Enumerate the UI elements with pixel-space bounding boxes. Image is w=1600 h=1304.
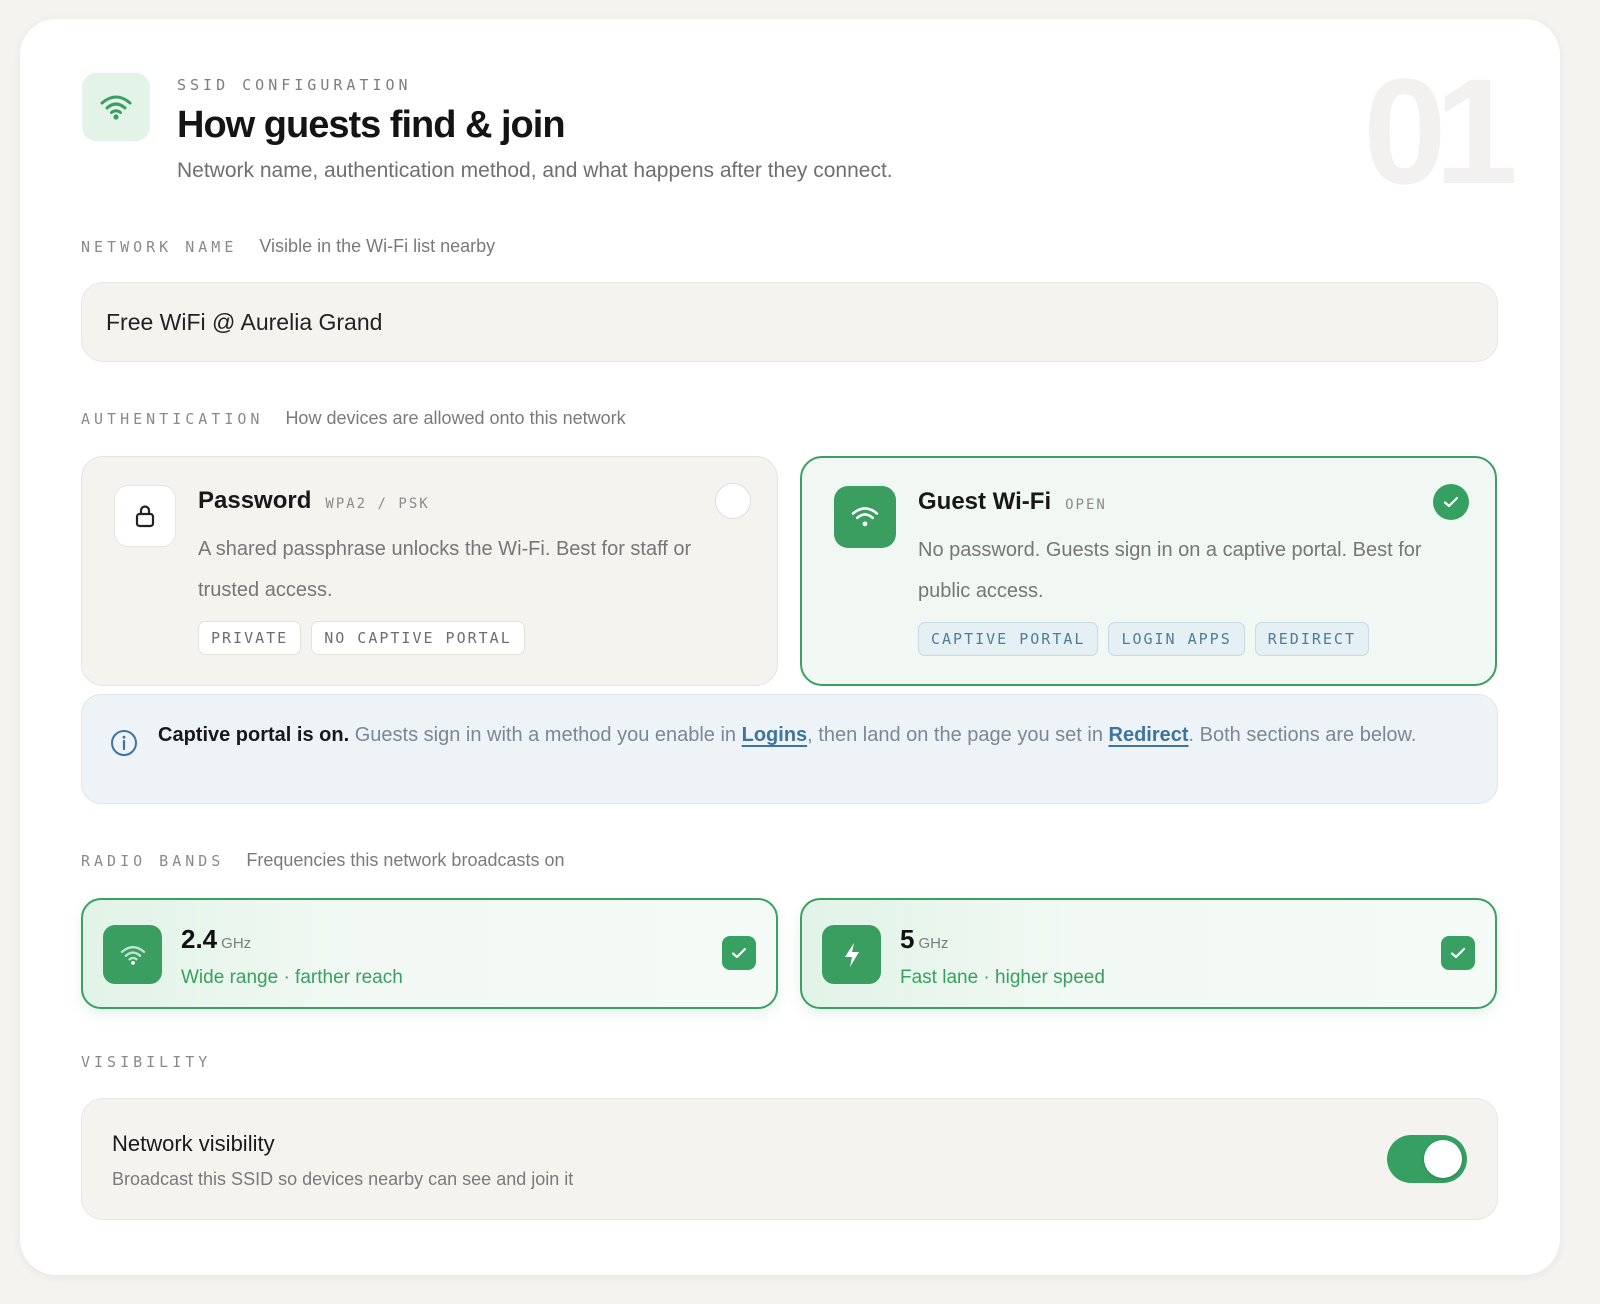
page-subtitle: Network name, authentication method, and… [177,159,893,182]
logins-link[interactable]: Logins [742,724,808,746]
info-text: , then land on the page you set in [807,724,1109,746]
tag-captive-portal: CAPTIVE PORTAL [918,622,1099,656]
tag-login-apps: LOGIN APPS [1108,622,1245,656]
info-lead: Captive portal is on. [158,724,350,746]
radio-bands-hint: Frequencies this network broadcasts on [246,850,565,870]
auth-option-password[interactable]: Password WPA2 / PSK A shared passphrase … [81,456,778,686]
info-text: Guests sign in with a method you enable … [349,724,742,746]
network-name-label: NETWORK NAME [81,238,238,256]
auth-option-badge: OPEN [1065,497,1107,513]
visibility-label: VISIBILITY [81,1053,212,1071]
network-visibility-row: Network visibility Broadcast this SSID s… [81,1098,1498,1220]
captive-portal-info-banner: Captive portal is on. Guests sign in wit… [81,694,1498,804]
network-name-label-row: NETWORK NAME Visible in the Wi-Fi list n… [81,236,495,257]
redirect-link[interactable]: Redirect [1109,724,1189,746]
auth-option-title: Guest Wi-Fi [918,488,1052,515]
band-option-2-4ghz[interactable]: 2.4 GHz Wide range · farther reach [81,898,778,1009]
network-name-input[interactable]: Free WiFi @ Aurelia Grand [81,282,1498,362]
network-name-value: Free WiFi @ Aurelia Grand [106,308,383,335]
band-unit: GHz [918,935,949,952]
wifi-icon [103,925,162,984]
page-title: How guests find & join [177,104,566,146]
check-icon [731,947,747,959]
authentication-label: AUTHENTICATION [81,410,264,428]
toggle-knob [1424,1140,1462,1178]
auth-option-title: Password [198,487,312,514]
visibility-subtitle: Broadcast this SSID so devices nearby ca… [112,1169,574,1189]
wifi-icon [82,73,150,141]
auth-option-badge: WPA2 / PSK [325,496,430,512]
band-frequency: 2.4 [181,924,218,954]
visibility-title: Network visibility [112,1131,275,1156]
visibility-label-row: VISIBILITY [81,1053,211,1071]
auth-option-description: No password. Guests sign in on a captive… [918,539,1422,602]
auth-option-description: A shared passphrase unlocks the Wi-Fi. B… [198,538,692,601]
bolt-icon [822,925,881,984]
radio-bands-label: RADIO BANDS [81,852,225,870]
auth-radio-unselected[interactable] [715,483,751,519]
band-checkbox[interactable] [722,936,756,970]
tag-redirect: REDIRECT [1254,622,1369,656]
band-subtitle: Fast lane · higher speed [900,967,1105,988]
band-unit: GHz [221,935,252,952]
check-icon [1450,947,1466,959]
tag-no-captive-portal: NO CAPTIVE PORTAL [311,621,525,655]
auth-option-guest-wifi[interactable]: Guest Wi-Fi OPEN No password. Guests sig… [800,456,1497,686]
auth-radio-selected[interactable] [1433,484,1469,520]
check-icon [1443,496,1459,508]
info-text: . Both sections are below. [1188,724,1417,746]
band-checkbox[interactable] [1441,936,1475,970]
radio-bands-label-row: RADIO BANDS Frequencies this network bro… [81,850,565,871]
band-subtitle: Wide range · farther reach [181,967,403,988]
info-icon [111,730,137,756]
network-name-hint: Visible in the Wi-Fi list nearby [259,236,496,256]
authentication-hint: How devices are allowed onto this networ… [285,408,626,428]
lock-icon [114,485,176,547]
network-visibility-toggle[interactable] [1387,1135,1467,1183]
wifi-icon [834,486,896,548]
tag-private: PRIVATE [198,621,302,655]
step-number: 01 [1363,47,1518,215]
band-option-5ghz[interactable]: 5 GHz Fast lane · higher speed [800,898,1497,1009]
authentication-label-row: AUTHENTICATION How devices are allowed o… [81,408,626,429]
band-frequency: 5 [900,924,915,954]
section-eyebrow: SSID CONFIGURATION [177,76,412,94]
